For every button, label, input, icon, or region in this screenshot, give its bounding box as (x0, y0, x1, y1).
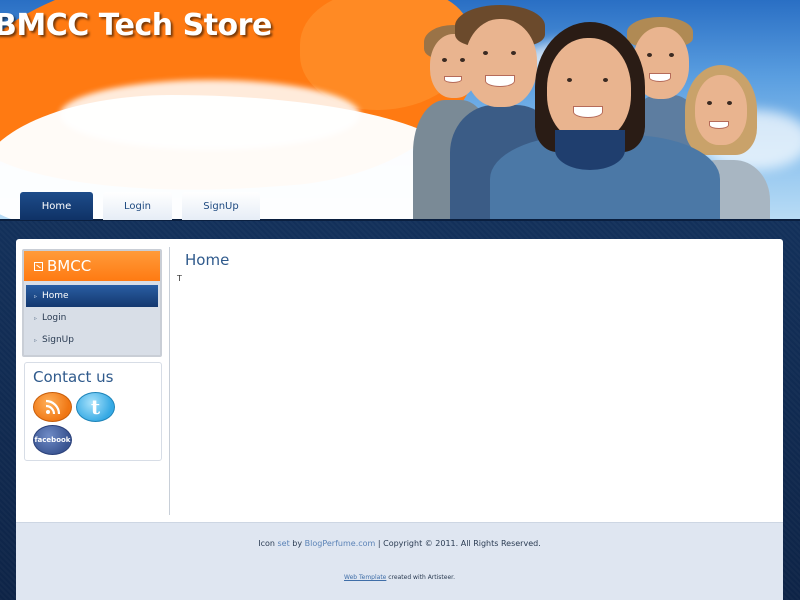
footer-credit-line: Web Template created with Artisteer. (344, 574, 455, 581)
contact-block: Contact us t facebook (24, 362, 162, 461)
page-title: Home (185, 251, 230, 269)
sidebar: BMCC ▹ Home ▹ Login ▹ SignUp Contact us (22, 249, 162, 461)
tab-login[interactable]: Login (103, 192, 172, 220)
bullet-icon: ▹ (34, 336, 38, 344)
main-nav: Home Login SignUp (20, 192, 260, 220)
sidebar-item-signup[interactable]: ▹ SignUp (26, 329, 158, 351)
copyright-text: | Copyright © 2011. All Rights Reserved. (377, 539, 541, 548)
blogperfume-link[interactable]: BlogPerfume.com (305, 539, 376, 548)
sidebar-item-label: SignUp (42, 335, 74, 345)
vertical-menu-header: BMCC (24, 251, 160, 281)
web-template-link[interactable]: Web Template (344, 574, 386, 581)
site-header: BMCC Tech Store (0, 0, 800, 220)
sidebar-item-login[interactable]: ▹ Login (26, 307, 158, 329)
contact-title: Contact us (33, 368, 114, 386)
rss-icon[interactable] (33, 392, 72, 422)
facebook-icon[interactable]: facebook (33, 425, 72, 455)
content-text: T (177, 274, 182, 283)
menu-header-icon (34, 261, 43, 271)
footer-copyright-line: Icon set by BlogPerfume.com | Copyright … (258, 539, 541, 548)
twitter-icon[interactable]: t (76, 392, 115, 422)
sidebar-item-label: Home (42, 291, 69, 301)
vertical-menu: BMCC ▹ Home ▹ Login ▹ SignUp (22, 249, 162, 357)
header-photo-people (410, 0, 800, 220)
sidebar-item-home[interactable]: ▹ Home (26, 285, 158, 307)
sidebar-item-label: Login (42, 313, 67, 323)
vertical-menu-title: BMCC (47, 257, 92, 275)
bullet-icon: ▹ (34, 314, 38, 322)
column-divider (169, 247, 170, 515)
site-footer: Icon set by BlogPerfume.com | Copyright … (16, 522, 783, 600)
bullet-icon: ▹ (34, 292, 38, 300)
icon-set-link[interactable]: set (278, 539, 290, 548)
main-content: Home T (177, 251, 230, 283)
tab-home[interactable]: Home (20, 192, 93, 220)
tab-signup[interactable]: SignUp (182, 192, 260, 220)
site-title: BMCC Tech Store (0, 8, 272, 43)
